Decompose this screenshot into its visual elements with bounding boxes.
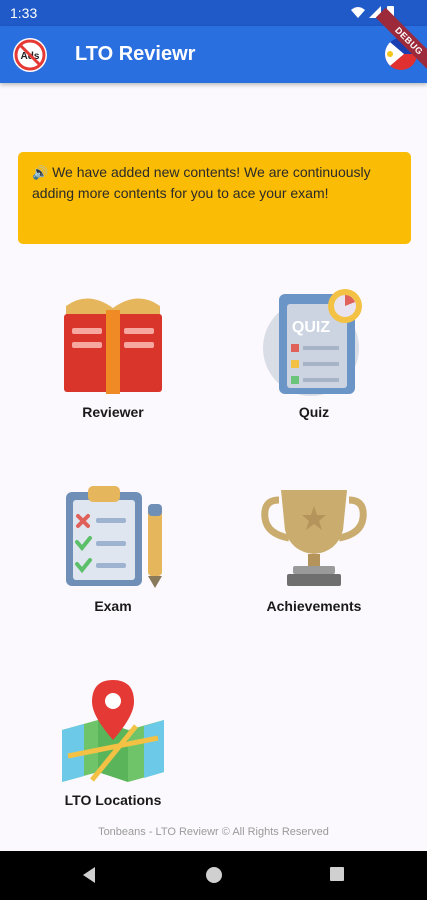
no-ads-button[interactable]: Ads bbox=[12, 37, 48, 73]
reviewer-tile[interactable]: Reviewer bbox=[23, 288, 203, 438]
no-ads-icon: Ads bbox=[13, 38, 47, 72]
status-bar: 1:33 bbox=[0, 0, 427, 26]
quiz-icon: QUIZ bbox=[263, 289, 362, 396]
quiz-icon-text: QUIZ bbox=[292, 319, 330, 336]
status-time: 1:33 bbox=[10, 5, 38, 21]
home-button[interactable] bbox=[205, 866, 223, 889]
reviewer-label: Reviewer bbox=[82, 404, 144, 420]
quiz-label: Quiz bbox=[298, 404, 330, 420]
lto-locations-label: LTO Locations bbox=[64, 792, 162, 808]
back-triangle-icon bbox=[83, 867, 95, 883]
clipboard-checklist-icon bbox=[66, 486, 162, 588]
recents-button[interactable] bbox=[329, 866, 345, 887]
book-icon bbox=[64, 298, 162, 394]
achievements-tile[interactable]: Achievements bbox=[224, 482, 404, 632]
footer-copyright: Tonbeans - LTO Reviewr © All Rights Rese… bbox=[98, 826, 329, 838]
map-location-icon bbox=[62, 680, 164, 782]
home-circle-icon bbox=[206, 867, 222, 883]
trophy-icon bbox=[261, 490, 367, 586]
recents-square-icon bbox=[330, 867, 344, 881]
exam-tile[interactable]: Exam bbox=[23, 482, 203, 632]
app-bar: Ads LTO Reviewr DEBUG bbox=[0, 7, 427, 83]
system-nav-bar bbox=[0, 851, 427, 900]
announcement-text: We have added new contents! We are conti… bbox=[32, 164, 371, 201]
exam-label: Exam bbox=[94, 598, 132, 614]
back-button[interactable] bbox=[81, 866, 97, 889]
quiz-tile[interactable]: QUIZ Quiz bbox=[224, 288, 404, 438]
announcement-banner: 🔊 We have added new contents! We are con… bbox=[18, 152, 411, 244]
app-title: LTO Reviewr bbox=[75, 43, 196, 65]
lto-locations-tile[interactable]: LTO Locations bbox=[23, 676, 203, 826]
achievements-label: Achievements bbox=[266, 598, 362, 614]
speaker-icon: 🔊 bbox=[32, 165, 49, 180]
